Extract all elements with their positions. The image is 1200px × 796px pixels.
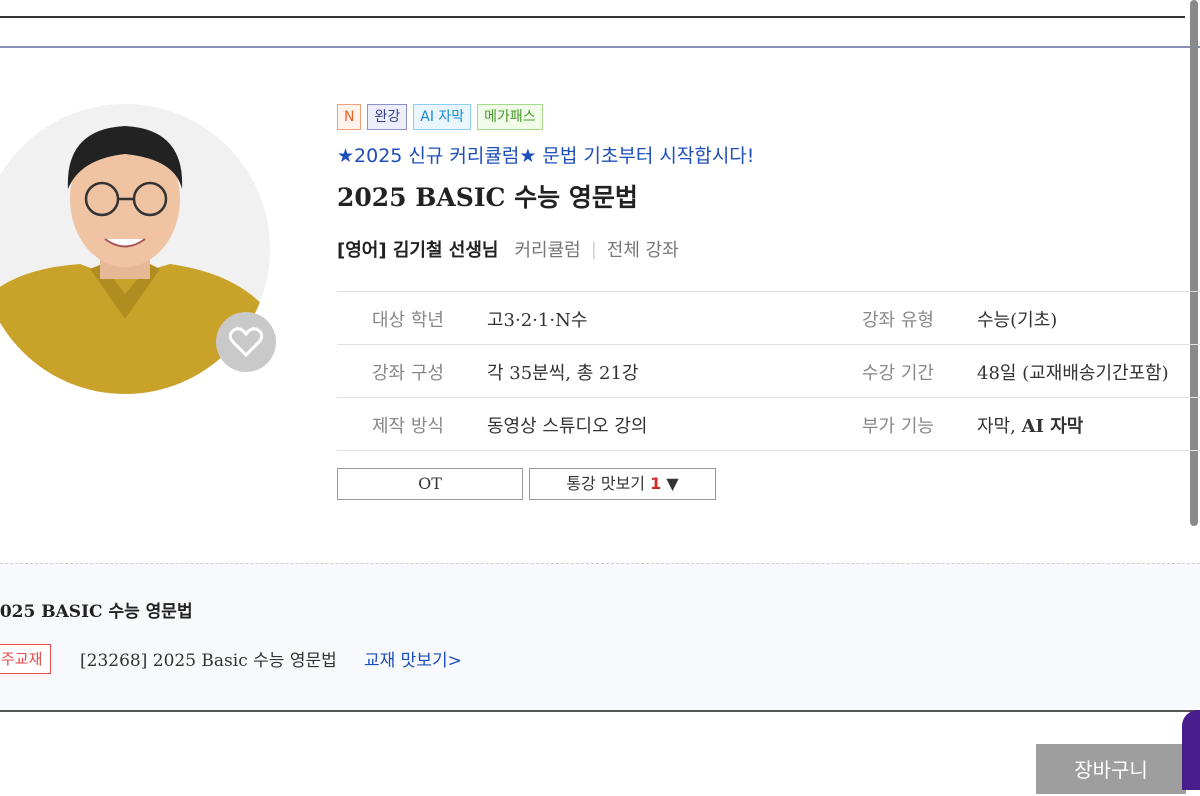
header-divider [0,46,1200,48]
textbook-preview-link[interactable]: 교재 맛보기> [364,646,462,671]
info-row: 강좌 구성 각 35분씩, 총 21강 수강 기간 48일 (교재배송기간포함) [337,345,1200,398]
favorite-button[interactable] [216,312,276,372]
dropdown-arrow-icon: ▼ [666,474,679,493]
course-type-label: 강좌 유형 [862,310,934,331]
production-label: 제작 방식 [372,416,444,437]
production-value: 동영상 스튜디오 강의 [487,416,648,437]
course-title: 2025 BASIC 수능 영문법 [337,183,638,212]
extra-features-value: 자막, AI 자막 [977,412,1083,438]
period-label: 수강 기간 [862,363,934,384]
curriculum-link[interactable]: 커리큘럼 [514,236,580,262]
extra-features-bold: AI 자막 [1021,416,1084,437]
course-info-table: 대상 학년 고3·2·1·N수 강좌 유형 수능(기초) 강좌 구성 각 35분… [337,291,1200,451]
cart-button[interactable]: 장바구니 [1036,744,1186,794]
textbook-section-title: 2025 BASIC 수능 영문법 [0,602,193,622]
textbook-name: [23268] 2025 Basic 수능 영문법 [80,651,337,671]
target-grade-value: 고3·2·1·N수 [487,310,588,331]
sample-count: 1 [650,474,662,493]
badge-megapass: 메가패스 [477,104,543,130]
extra-features-prefix: 자막, [977,416,1022,437]
course-type-value: 수능(기초) [977,310,1058,331]
main-textbook-tag: 주교재 [0,644,52,674]
period-value: 48일 (교재배송기간포함) [977,363,1169,384]
side-floating-tab[interactable] [1182,710,1200,790]
all-courses-link[interactable]: 전체 강좌 [607,236,679,262]
teacher-row: [영어] 김기철 선생님 커리큘럼 | 전체 강좌 [337,236,679,262]
badge-new: N [337,104,362,130]
heart-icon [229,327,263,357]
sample-lecture-button[interactable]: 통강 맛보기 1 ▼ [529,468,716,500]
info-row: 대상 학년 고3·2·1·N수 강좌 유형 수능(기초) [337,292,1200,345]
composition-value: 각 35분씩, 총 21강 [487,363,639,384]
promo-text: ★2025 신규 커리큘럼★ 문법 기초부터 시작합시다! [337,145,755,167]
composition-label: 강좌 구성 [372,363,444,384]
extra-features-label: 부가 기능 [862,416,934,437]
badge-ai-subtitle: AI 자막 [413,104,472,130]
top-divider [0,16,1185,18]
sample-label: 통강 맛보기 [566,474,646,493]
ot-button[interactable]: OT [337,468,523,500]
teacher-name[interactable]: [영어] 김기철 선생님 [337,236,498,262]
target-grade-label: 대상 학년 [372,310,444,331]
textbook-section: 2025 BASIC 수능 영문법 주교재 [23268] 2025 Basic… [0,563,1200,712]
separator: | [590,238,597,260]
badge-complete: 완강 [367,104,408,130]
badge-list: N 완강 AI 자막 메가패스 [337,104,543,130]
info-row: 제작 방식 동영상 스튜디오 강의 부가 기능 자막, AI 자막 [337,398,1200,451]
